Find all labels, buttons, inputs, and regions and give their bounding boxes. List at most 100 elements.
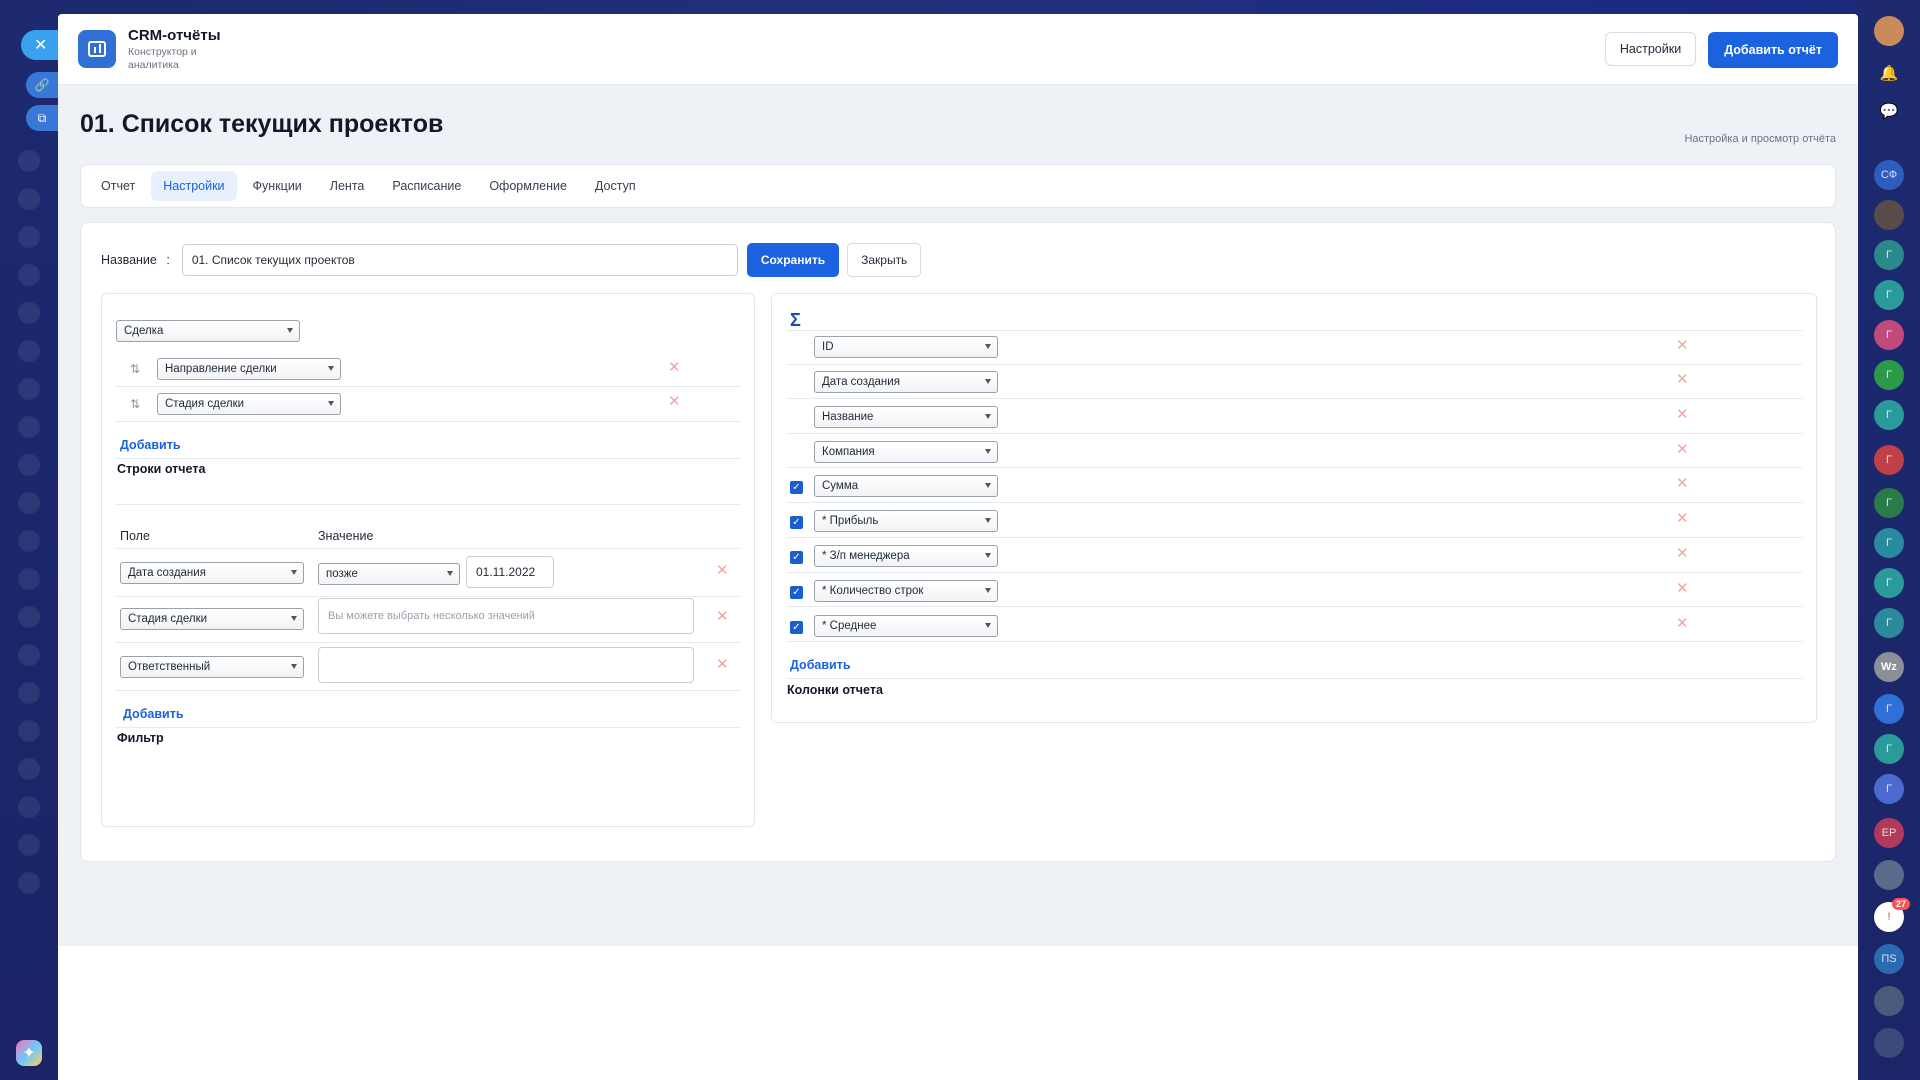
- sidebar-menu-icon[interactable]: [18, 796, 40, 818]
- sort-icon[interactable]: ⇅: [130, 362, 140, 376]
- copilot-logo-icon[interactable]: ✦: [16, 1040, 42, 1066]
- settings-button[interactable]: Настройки: [1604, 32, 1697, 66]
- grouping-select[interactable]: Направление сделки: [157, 358, 341, 380]
- close-button[interactable]: Закрыть: [847, 243, 922, 277]
- sidebar-menu-icon[interactable]: [18, 416, 40, 438]
- sidebar-menu-icon[interactable]: [18, 264, 40, 286]
- copy-link-icon[interactable]: 🔗: [26, 72, 58, 98]
- sum-checkbox[interactable]: ✓: [790, 551, 803, 564]
- sum-checkbox[interactable]: ✓: [790, 621, 803, 634]
- filter-responsible-input[interactable]: [318, 647, 694, 683]
- contact-avatar[interactable]: Г: [1874, 774, 1904, 804]
- sidebar-menu-icon[interactable]: [18, 682, 40, 704]
- contact-avatar[interactable]: Г: [1874, 445, 1904, 475]
- add-filter-link[interactable]: Добавить: [123, 707, 184, 721]
- contact-avatar[interactable]: Г: [1874, 280, 1904, 310]
- sidebar-menu-icon[interactable]: [18, 530, 40, 552]
- column-select[interactable]: * Среднее: [814, 615, 998, 637]
- remove-icon[interactable]: ✕: [716, 563, 729, 578]
- filter-field-select[interactable]: Стадия сделки: [120, 608, 304, 630]
- sidebar-menu-icon[interactable]: [18, 226, 40, 248]
- filter-operator-select[interactable]: позже: [318, 563, 460, 585]
- remove-icon[interactable]: ✕: [1676, 546, 1689, 561]
- remove-icon[interactable]: ✕: [1676, 476, 1689, 491]
- contact-avatar[interactable]: Г: [1874, 488, 1904, 518]
- contact-avatar[interactable]: ПS: [1874, 944, 1904, 974]
- remove-icon[interactable]: ✕: [668, 360, 681, 375]
- filter-date-input[interactable]: [466, 556, 554, 588]
- contact-avatar[interactable]: [1874, 1028, 1904, 1058]
- remove-icon[interactable]: ✕: [668, 394, 681, 409]
- remove-icon[interactable]: ✕: [1676, 442, 1689, 457]
- sort-icon[interactable]: ⇅: [130, 397, 140, 411]
- grouping-select[interactable]: Стадия сделки: [157, 393, 341, 415]
- contact-avatar[interactable]: Г: [1874, 320, 1904, 350]
- contact-avatar[interactable]: Г: [1874, 734, 1904, 764]
- column-select[interactable]: Дата создания: [814, 371, 998, 393]
- sidebar-menu-icon[interactable]: [18, 454, 40, 476]
- contact-avatar[interactable]: Wz: [1874, 652, 1904, 682]
- sidebar-menu-icon[interactable]: [18, 720, 40, 742]
- sidebar-menu-icon[interactable]: [18, 188, 40, 210]
- tab-feed[interactable]: Лента: [318, 171, 377, 201]
- sidebar-menu-icon[interactable]: [18, 872, 40, 894]
- column-select[interactable]: * З/п менеджера: [814, 545, 998, 567]
- contact-avatar[interactable]: Г: [1874, 240, 1904, 270]
- open-new-window-icon[interactable]: ⧉: [26, 105, 58, 131]
- tab-access[interactable]: Доступ: [583, 171, 648, 201]
- notification-avatar[interactable]: ! 27: [1874, 898, 1910, 932]
- bell-icon[interactable]: 🔔: [1876, 60, 1902, 86]
- tab-functions[interactable]: Функции: [241, 171, 314, 201]
- tab-design[interactable]: Оформление: [477, 171, 579, 201]
- column-select[interactable]: Компания: [814, 441, 998, 463]
- sidebar-menu-icon[interactable]: [18, 606, 40, 628]
- column-select[interactable]: Название: [814, 406, 998, 428]
- sidebar-menu-icon[interactable]: [18, 302, 40, 324]
- remove-icon[interactable]: ✕: [1676, 616, 1689, 631]
- tab-schedule[interactable]: Расписание: [380, 171, 473, 201]
- remove-icon[interactable]: ✕: [716, 657, 729, 672]
- sidebar-menu-icon[interactable]: [18, 834, 40, 856]
- entity-select[interactable]: Сделка: [116, 320, 300, 342]
- user-avatar[interactable]: [1874, 16, 1904, 46]
- remove-icon[interactable]: ✕: [716, 609, 729, 624]
- contact-avatar[interactable]: Г: [1874, 694, 1904, 724]
- sidebar-menu-icon[interactable]: [18, 758, 40, 780]
- column-select[interactable]: * Количество строк: [814, 580, 998, 602]
- contact-avatar[interactable]: [1874, 986, 1904, 1016]
- remove-icon[interactable]: ✕: [1676, 407, 1689, 422]
- sidebar-menu-icon[interactable]: [18, 644, 40, 666]
- sidebar-menu-icon[interactable]: [18, 492, 40, 514]
- save-button[interactable]: Сохранить: [746, 243, 840, 277]
- contact-avatar[interactable]: ЕР: [1874, 818, 1904, 848]
- chat-icon[interactable]: 💬: [1876, 98, 1902, 124]
- sidebar-menu-icon[interactable]: [18, 150, 40, 172]
- contact-avatar[interactable]: Г: [1874, 360, 1904, 390]
- column-select[interactable]: * Прибыль: [814, 510, 998, 532]
- remove-icon[interactable]: ✕: [1676, 511, 1689, 526]
- filter-field-select[interactable]: Ответственный: [120, 656, 304, 678]
- sidebar-menu-icon[interactable]: [18, 568, 40, 590]
- remove-icon[interactable]: ✕: [1676, 338, 1689, 353]
- contact-avatar[interactable]: Г: [1874, 608, 1904, 638]
- remove-icon[interactable]: ✕: [1676, 372, 1689, 387]
- contact-avatar[interactable]: [1874, 860, 1904, 890]
- contact-avatar[interactable]: Г: [1874, 400, 1904, 430]
- column-select[interactable]: Сумма: [814, 475, 998, 497]
- column-select[interactable]: ID: [814, 336, 998, 358]
- close-slider-icon[interactable]: ✕: [21, 30, 61, 60]
- sidebar-menu-icon[interactable]: [18, 378, 40, 400]
- contact-avatar[interactable]: СФ: [1874, 160, 1904, 190]
- sum-checkbox[interactable]: ✓: [790, 481, 803, 494]
- tab-report[interactable]: Отчет: [89, 171, 147, 201]
- sum-checkbox[interactable]: ✓: [790, 516, 803, 529]
- contact-avatar[interactable]: Г: [1874, 528, 1904, 558]
- add-row-link[interactable]: Добавить: [120, 438, 181, 452]
- tab-settings[interactable]: Настройки: [151, 171, 237, 201]
- sum-checkbox[interactable]: ✓: [790, 586, 803, 599]
- add-report-button[interactable]: Добавить отчёт: [1708, 32, 1838, 68]
- add-column-link[interactable]: Добавить: [790, 658, 851, 672]
- sidebar-menu-icon[interactable]: [18, 340, 40, 362]
- filter-field-select[interactable]: Дата создания: [120, 562, 304, 584]
- filter-multi-value-input[interactable]: [318, 598, 694, 634]
